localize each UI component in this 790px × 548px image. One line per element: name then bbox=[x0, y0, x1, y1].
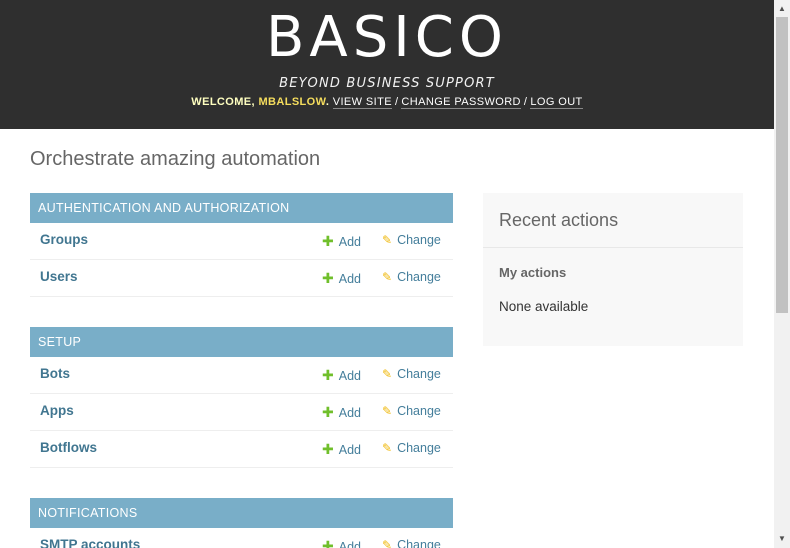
model-link-bots[interactable]: Bots bbox=[40, 366, 70, 381]
separator: / bbox=[394, 96, 399, 108]
scroll-thumb[interactable] bbox=[776, 17, 788, 313]
header: BASICO BEYOND BUSINESS SUPPORT WELCOME, … bbox=[0, 0, 774, 129]
add-apps-button[interactable]: ✚ Add bbox=[322, 404, 361, 421]
model-row-botflows: Botflows ✚ Add ✎ Change bbox=[30, 431, 453, 468]
pencil-icon: ✎ bbox=[382, 270, 393, 284]
recent-actions-panel: Recent actions My actions None available bbox=[483, 193, 743, 346]
change-label: Change bbox=[397, 367, 441, 381]
model-link-apps[interactable]: Apps bbox=[40, 403, 74, 418]
change-botflows-button[interactable]: ✎ Change bbox=[382, 441, 441, 455]
plus-icon: ✚ bbox=[322, 367, 334, 383]
no-actions-text: None available bbox=[499, 299, 589, 314]
recent-actions-title: Recent actions bbox=[499, 210, 619, 230]
change-label: Change bbox=[397, 441, 441, 455]
change-users-button[interactable]: ✎ Change bbox=[382, 270, 441, 284]
change-label: Change bbox=[397, 270, 441, 284]
admin-page: BASICO BEYOND BUSINESS SUPPORT WELCOME, … bbox=[0, 0, 774, 548]
add-botflows-button[interactable]: ✚ Add bbox=[322, 441, 361, 458]
user-tools: WELCOME, MBALSLOW. VIEW SITE / CHANGE PASS… bbox=[191, 96, 583, 109]
pencil-icon: ✎ bbox=[382, 367, 393, 381]
module-caption[interactable]: Authentication and Authorization bbox=[30, 193, 453, 223]
model-row-users: Users ✚ Add ✎ Change bbox=[30, 260, 453, 297]
model-row-apps: Apps ✚ Add ✎ Change bbox=[30, 394, 453, 431]
add-label: Add bbox=[338, 540, 361, 548]
module-auth: Authentication and Authorization Groups … bbox=[30, 193, 453, 297]
module-setup: Setup Bots ✚ Add ✎ Change Apps ✚ Add ✎ Chang… bbox=[30, 327, 453, 468]
change-label: Change bbox=[397, 233, 441, 247]
model-row-bots: Bots ✚ Add ✎ Change bbox=[30, 357, 453, 394]
welcome-text: WELCOME, bbox=[191, 96, 259, 108]
pencil-icon: ✎ bbox=[382, 538, 393, 548]
plus-icon: ✚ bbox=[322, 538, 334, 548]
site-logo[interactable]: BASICO bbox=[0, 6, 774, 70]
pencil-icon: ✎ bbox=[382, 404, 393, 418]
model-row-groups: Groups ✚ Add ✎ Change bbox=[30, 223, 453, 260]
username: MBALSLOW bbox=[258, 96, 326, 108]
module-caption[interactable]: Notifications bbox=[30, 498, 453, 528]
change-label: Change bbox=[397, 404, 441, 418]
module-caption[interactable]: Setup bbox=[30, 327, 453, 357]
module-notifications: Notifications SMTP accounts ✚ Add ✎ Change bbox=[30, 498, 453, 548]
change-label: Change bbox=[397, 538, 441, 548]
scroll-up-arrow-icon[interactable]: ▲ bbox=[774, 2, 790, 16]
change-apps-button[interactable]: ✎ Change bbox=[382, 404, 441, 418]
model-link-users[interactable]: Users bbox=[40, 269, 78, 284]
divider bbox=[483, 247, 743, 248]
my-actions-heading: My actions bbox=[499, 265, 567, 280]
separator: / bbox=[523, 96, 528, 108]
add-bots-button[interactable]: ✚ Add bbox=[322, 367, 361, 384]
add-label: Add bbox=[338, 406, 361, 420]
pencil-icon: ✎ bbox=[382, 233, 393, 247]
add-users-button[interactable]: ✚ Add bbox=[322, 270, 361, 287]
add-label: Add bbox=[338, 369, 361, 383]
plus-icon: ✚ bbox=[322, 441, 334, 457]
change-smtp-accounts-button[interactable]: ✎ Change bbox=[382, 538, 441, 548]
plus-icon: ✚ bbox=[322, 404, 334, 420]
tagline: BEYOND BUSINESS SUPPORT bbox=[279, 76, 495, 91]
scroll-down-arrow-icon[interactable]: ▼ bbox=[774, 532, 790, 546]
add-smtp-accounts-button[interactable]: ✚ Add bbox=[322, 538, 361, 548]
view-site-link[interactable]: VIEW SITE bbox=[332, 96, 392, 109]
add-groups-button[interactable]: ✚ Add bbox=[322, 233, 361, 250]
plus-icon: ✚ bbox=[322, 270, 334, 286]
change-bots-button[interactable]: ✎ Change bbox=[382, 367, 441, 381]
change-password-link[interactable]: CHANGE PASSWORD bbox=[401, 96, 521, 109]
pencil-icon: ✎ bbox=[382, 441, 393, 455]
add-label: Add bbox=[338, 443, 361, 457]
add-label: Add bbox=[338, 272, 361, 286]
plus-icon: ✚ bbox=[322, 233, 334, 249]
vertical-scrollbar[interactable]: ▲ ▼ bbox=[774, 0, 790, 548]
model-link-smtp-accounts[interactable]: SMTP accounts bbox=[40, 537, 140, 548]
model-row-smtp-accounts: SMTP accounts ✚ Add ✎ Change bbox=[30, 528, 453, 548]
page-title: Orchestrate amazing automation bbox=[30, 148, 321, 170]
log-out-link[interactable]: LOG OUT bbox=[530, 96, 583, 109]
add-label: Add bbox=[338, 235, 361, 249]
model-link-groups[interactable]: Groups bbox=[40, 232, 88, 247]
model-link-botflows[interactable]: Botflows bbox=[40, 440, 97, 455]
change-groups-button[interactable]: ✎ Change bbox=[382, 233, 441, 247]
